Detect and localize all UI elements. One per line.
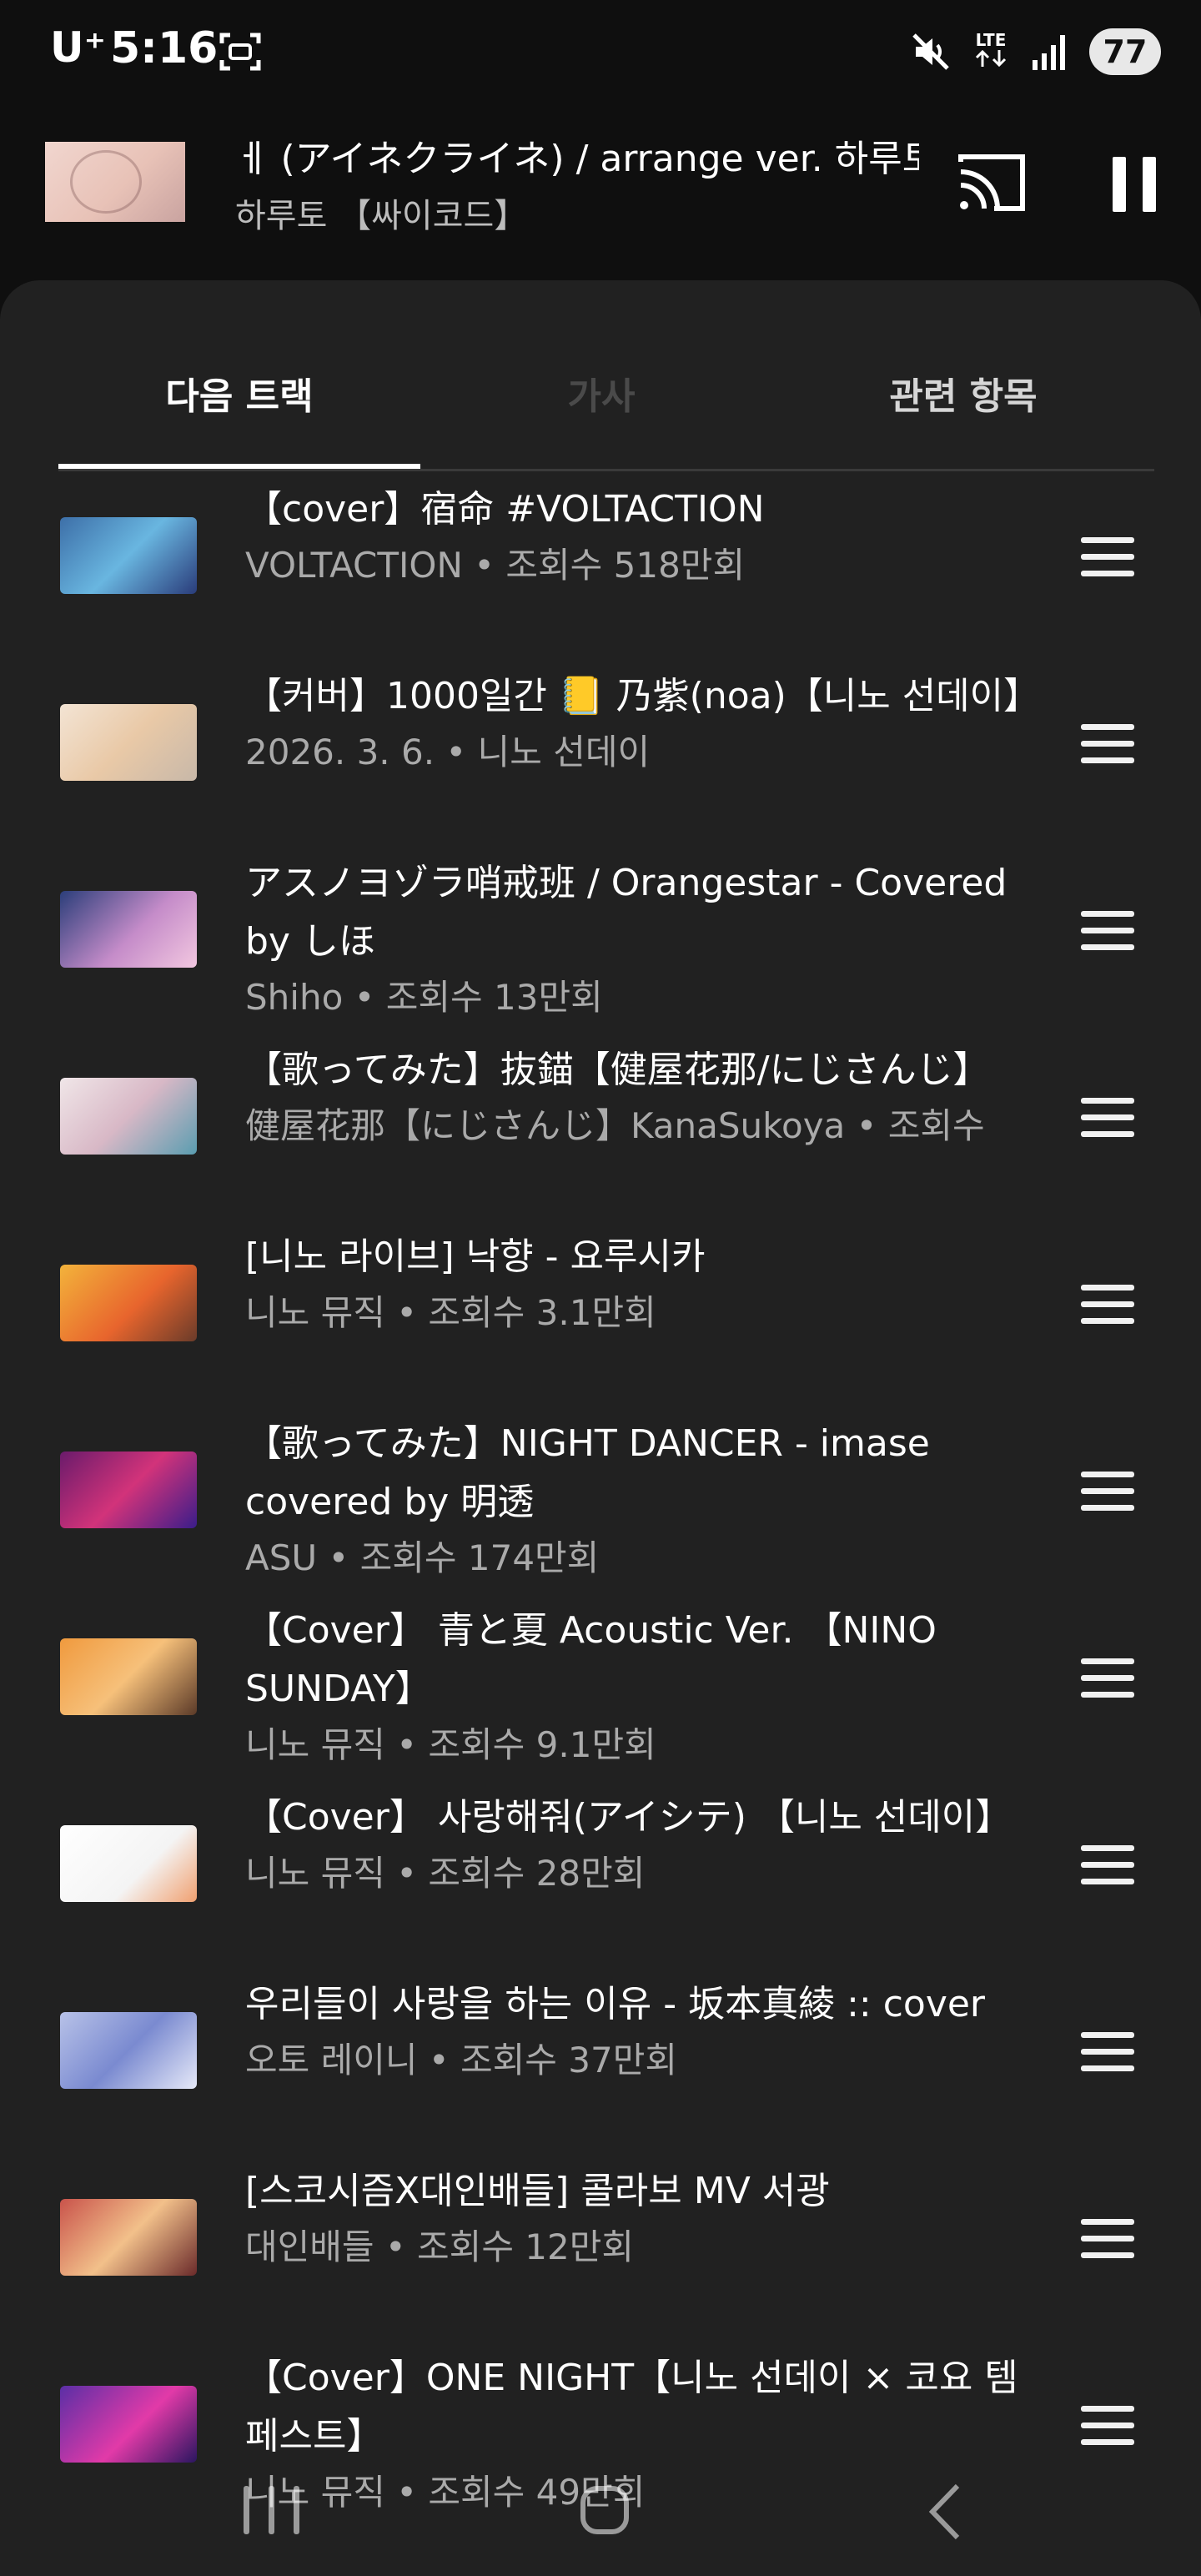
tab-lyrics[interactable]: 가사	[420, 364, 782, 447]
queue-item-text: 【커버】1000일간 📒 乃紫(noa)【니노 선데이】 2026. 3. 6. …	[245, 667, 1029, 779]
queue-item-subtitle: 니노 뮤직 • 조회수 9.1만회	[245, 1724, 656, 1765]
queue-item-subtitle: 니노 뮤직 • 조회수 3.1만회	[245, 1292, 656, 1333]
queue-item-title: 【歌ってみた】NIGHT DANCER - imase covered by 明…	[245, 1422, 930, 1523]
queue-item-thumbnail[interactable]	[60, 1825, 197, 1902]
system-nav-bar	[0, 2453, 1201, 2576]
drag-handle-icon[interactable]	[1081, 2406, 1134, 2445]
queue-item[interactable]: 【cover】宿命 #VOLTACTION VOLTACTION • 조회수 51…	[0, 467, 1201, 654]
queue-item[interactable]: 【歌ってみた】NIGHT DANCER - imase covered by 明…	[0, 1401, 1201, 1588]
drag-handle-icon[interactable]	[1081, 1285, 1134, 1324]
queue-item-text: 【Cover】 사랑해줘(アイシテ) 【니노 선데이】 니노 뮤직 • 조회수 2…	[245, 1789, 1029, 1900]
network-indicator: LTE	[972, 32, 1009, 72]
queue-item-title: 【cover】宿命 #VOLTACTION	[245, 488, 765, 531]
tab-up-next[interactable]: 다음 트랙	[58, 364, 420, 447]
queue-item-thumbnail[interactable]	[60, 2199, 197, 2276]
queue-item-text: [니노 라이브] 낙향 - 요루시카니노 뮤직 • 조회수 3.1만회	[245, 1228, 1029, 1340]
queue-item-thumbnail[interactable]	[60, 2386, 197, 2463]
queue-item-subtitle: 오토 레이니 • 조회수 37만회	[245, 2040, 678, 2080]
drag-handle-icon[interactable]	[1081, 724, 1134, 763]
queue-item-subtitle: Shiho • 조회수 13만회	[245, 977, 603, 1018]
queue-item-thumbnail[interactable]	[60, 1638, 197, 1715]
drag-handle-icon[interactable]	[1081, 1658, 1134, 1698]
mini-player[interactable]: ㅔ (アイネクライネ) / arrange ver. 하루토 하루토 【싸이코드…	[0, 117, 1201, 267]
queue-item[interactable]: [니노 라이브] 낙향 - 요루시카니노 뮤직 • 조회수 3.1만회	[0, 1215, 1201, 1401]
queue-item-text: アスノヨゾラ哨戒班 / Orangestar - Covered by しほ Sh…	[245, 854, 1029, 1024]
queue-item-title: 【커버】1000일간 📒 乃紫(noa)【니노 선데이】	[245, 675, 1029, 717]
pause-icon[interactable]	[1109, 155, 1159, 214]
queue-item-thumbnail[interactable]	[60, 1265, 197, 1341]
queue-item-text: 【cover】宿命 #VOLTACTION VOLTACTION • 조회수 51…	[245, 480, 1029, 592]
drag-handle-icon[interactable]	[1081, 911, 1134, 950]
queue-item-thumbnail[interactable]	[60, 1452, 197, 1528]
queue-item[interactable]: アスノヨゾラ哨戒班 / Orangestar - Covered by しほ Sh…	[0, 841, 1201, 1028]
queue-item-subtitle: 健屋花那【にじさんじ】KanaSukoya • 조회수	[245, 1105, 985, 1146]
queue-sheet: 다음 트랙 가사 관련 항목 【cover】宿命 #VOLTACTION VOLT…	[0, 280, 1201, 2576]
drag-handle-icon[interactable]	[1081, 1472, 1134, 1511]
recent-apps-icon[interactable]	[244, 2486, 302, 2536]
queue-item[interactable]: 【歌ってみた】抜錨【健屋花那/にじさんじ】 健屋花那【にじさんじ】KanaSuko…	[0, 1028, 1201, 1215]
tab-bar: 다음 트랙 가사 관련 항목	[58, 364, 1154, 457]
queue-item-thumbnail[interactable]	[60, 517, 197, 594]
queue-item[interactable]: 【커버】1000일간 📒 乃紫(noa)【니노 선데이】 2026. 3. 6. …	[0, 654, 1201, 841]
home-icon[interactable]	[580, 2486, 629, 2534]
data-arrows-icon	[975, 49, 1007, 68]
queue-item-subtitle: VOLTACTION • 조회수 518만회	[245, 545, 746, 586]
carrier-label: U⁺	[50, 23, 106, 72]
cast-icon[interactable]	[956, 153, 1028, 214]
tab-related[interactable]: 관련 항목	[782, 364, 1144, 447]
now-playing-channel: 하루토 【싸이코드】	[235, 197, 528, 235]
queue-item-subtitle: 니노 뮤직 • 조회수 28만회	[245, 1853, 646, 1894]
queue-item-title: 우리들이 사랑을 하는 이유 - 坂本真綾 :: cover	[245, 1983, 986, 2025]
queue-item-title: 【Cover】 青と夏 Acoustic Ver. 【NINO SUNDAY】	[245, 1609, 937, 1710]
drag-handle-icon[interactable]	[1081, 537, 1134, 576]
battery-indicator: 77	[1089, 28, 1161, 75]
queue-item[interactable]: 【Cover】 사랑해줘(アイシテ) 【니노 선데이】 니노 뮤직 • 조회수 2…	[0, 1775, 1201, 1962]
queue-item-subtitle: 2026. 3. 6. • 니노 선데이	[245, 732, 651, 772]
queue-item-text: 【歌ってみた】NIGHT DANCER - imase covered by 明…	[245, 1415, 1029, 1585]
drag-handle-icon[interactable]	[1081, 2032, 1134, 2071]
queue-item-thumbnail[interactable]	[60, 704, 197, 781]
queue-item-title: アスノヨゾラ哨戒班 / Orangestar - Covered by しほ	[245, 862, 1008, 963]
screen-capture-icon	[219, 33, 261, 71]
queue-item-text: [스코시즘X대인배들] 콜라보 MV 서광대인배들 • 조회수 12만회	[245, 2162, 1029, 2274]
queue-item-thumbnail[interactable]	[60, 891, 197, 968]
back-icon[interactable]	[924, 2483, 966, 2541]
queue-item-subtitle: 대인배들 • 조회수 12만회	[245, 2226, 635, 2267]
queue-item[interactable]: 우리들이 사랑을 하는 이유 - 坂本真綾 :: cover오토 레이니 • 조…	[0, 1962, 1201, 2149]
queue-item-text: 【Cover】 青と夏 Acoustic Ver. 【NINO SUNDAY】 니…	[245, 1602, 1029, 1772]
queue-item-title: [스코시즘X대인배들] 콜라보 MV 서광	[245, 2170, 830, 2212]
queue-item-thumbnail[interactable]	[60, 1078, 197, 1155]
now-playing-title: ㅔ (アイネクライネ) / arrange ver. 하루토	[235, 138, 919, 180]
queue-item-title: [니노 라이브] 낙향 - 요루시카	[245, 1235, 706, 1278]
drag-handle-icon[interactable]	[1081, 1098, 1134, 1137]
queue-item[interactable]: 【Cover】 青と夏 Acoustic Ver. 【NINO SUNDAY】 니…	[0, 1588, 1201, 1775]
queue-item-title: 【Cover】ONE NIGHT【니노 선데이 × 코요 템페스트】	[245, 2357, 1018, 2458]
lte-label: LTE	[975, 30, 1007, 50]
queue-item-text: 【歌ってみた】抜錨【健屋花那/にじさんじ】 健屋花那【にじさんじ】KanaSuko…	[245, 1041, 1029, 1153]
status-bar: U⁺ 5:16 LTE 77	[0, 0, 1201, 100]
queue-item-thumbnail[interactable]	[60, 2012, 197, 2089]
mute-icon	[912, 33, 949, 70]
clock: 5:16	[110, 23, 219, 73]
drag-handle-icon[interactable]	[1081, 1845, 1134, 1884]
queue-item-title: 【Cover】 사랑해줘(アイシテ) 【니노 선데이】	[245, 1796, 1013, 1839]
queue-item-title: 【歌ってみた】抜錨【健屋花那/にじさんじ】	[245, 1049, 990, 1091]
drag-handle-icon[interactable]	[1081, 2219, 1134, 2258]
queue-item[interactable]: [스코시즘X대인배들] 콜라보 MV 서광대인배들 • 조회수 12만회	[0, 2149, 1201, 2336]
queue-item-text: 우리들이 사랑을 하는 이유 - 坂本真綾 :: cover오토 레이니 • 조…	[245, 1975, 1029, 2087]
signal-icon	[1033, 35, 1065, 70]
queue-item-subtitle: ASU • 조회수 174만회	[245, 1537, 600, 1578]
now-playing-thumbnail[interactable]	[45, 142, 185, 222]
